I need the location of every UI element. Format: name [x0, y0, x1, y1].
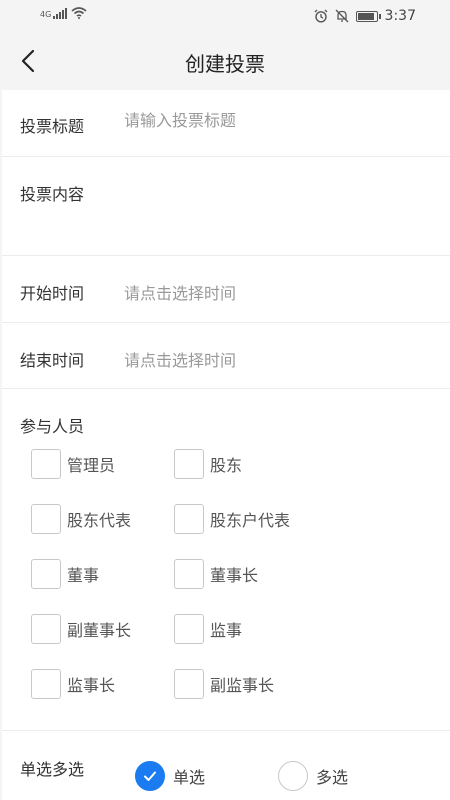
participant-option-label: 董事	[67, 566, 100, 585]
multiple-choice-option[interactable]: 多选	[278, 761, 348, 791]
status-right: 3:37	[314, 8, 416, 24]
wifi-icon	[71, 7, 87, 19]
selection-mode-label: 单选多选	[20, 760, 85, 779]
checkmark-icon	[144, 771, 156, 781]
checkbox[interactable]	[174, 614, 204, 644]
end-time-row[interactable]: 结束时间 请点击选择时间	[2, 323, 450, 389]
start-time-label: 开始时间	[20, 284, 85, 303]
participant-option-label: 副董事长	[67, 621, 132, 640]
checkbox[interactable]	[31, 504, 61, 534]
vote-title-value	[124, 111, 424, 130]
participants-label: 参与人员	[20, 417, 85, 436]
participants-section: 参与人员 管理员 股东 股东代表 股东户代表 董事 董事长 副董事长 监事 监事…	[2, 389, 450, 731]
single-choice-label: 单选	[173, 768, 206, 787]
status-time: 3:37	[384, 8, 416, 24]
network-type: 4G	[40, 10, 52, 19]
participant-option[interactable]: 管理员	[31, 449, 115, 479]
participant-option-label: 监事长	[67, 676, 116, 695]
page-title: 创建投票	[185, 52, 265, 76]
multiple-choice-label: 多选	[316, 768, 349, 787]
participant-option[interactable]: 股东代表	[31, 504, 131, 534]
checkbox[interactable]	[31, 669, 61, 699]
participant-option-label: 监事	[210, 621, 243, 640]
participant-option[interactable]: 董事长	[174, 559, 258, 589]
participant-option-label: 董事长	[210, 566, 259, 585]
vote-title-label: 投票标题	[20, 117, 85, 136]
start-time-picker[interactable]: 请点击选择时间	[124, 280, 236, 304]
vote-content-label: 投票内容	[20, 185, 85, 204]
participant-option[interactable]: 副董事长	[31, 614, 131, 644]
participant-option[interactable]: 副监事长	[174, 669, 274, 699]
checkbox[interactable]	[174, 669, 204, 699]
single-choice-option[interactable]: 单选	[135, 761, 205, 791]
status-bar: 4G 3:37	[0, 0, 450, 32]
mute-icon	[335, 9, 349, 23]
vote-form: 投票标题 投票内容 开始时间 请点击选择时间 结束时间 请点击选择时间 参与人员…	[2, 90, 450, 800]
navigation-bar: 创建投票	[0, 32, 450, 90]
checkbox[interactable]	[31, 559, 61, 589]
radio-button[interactable]	[278, 761, 308, 791]
checkbox[interactable]	[174, 449, 204, 479]
participant-option-label: 管理员	[67, 456, 116, 475]
start-time-row[interactable]: 开始时间 请点击选择时间	[2, 256, 450, 323]
status-left: 4G	[40, 7, 87, 19]
participant-option-label: 股东代表	[67, 511, 132, 530]
checkbox[interactable]	[31, 449, 61, 479]
battery-icon	[355, 10, 381, 22]
vote-title-input[interactable]	[124, 111, 424, 130]
participant-option[interactable]: 监事	[174, 614, 242, 644]
participant-option[interactable]: 监事长	[31, 669, 115, 699]
participant-option[interactable]: 股东户代表	[174, 504, 290, 534]
participant-option[interactable]: 股东	[174, 449, 242, 479]
end-time-picker[interactable]: 请点击选择时间	[124, 347, 236, 371]
selection-mode-row: 单选多选 单选 多选	[2, 731, 450, 800]
radio-button-checked[interactable]	[135, 761, 165, 791]
vote-title-row: 投票标题	[2, 90, 450, 157]
alarm-icon	[314, 9, 328, 23]
participant-option-label: 股东户代表	[210, 511, 291, 530]
vote-content-row[interactable]: 投票内容	[2, 157, 450, 256]
participant-option-label: 副监事长	[210, 676, 275, 695]
checkbox[interactable]	[174, 504, 204, 534]
checkbox[interactable]	[174, 559, 204, 589]
participant-option[interactable]: 董事	[31, 559, 99, 589]
checkbox[interactable]	[31, 614, 61, 644]
signal-icon	[53, 8, 68, 19]
end-time-label: 结束时间	[20, 351, 85, 370]
participant-option-label: 股东	[210, 456, 243, 475]
